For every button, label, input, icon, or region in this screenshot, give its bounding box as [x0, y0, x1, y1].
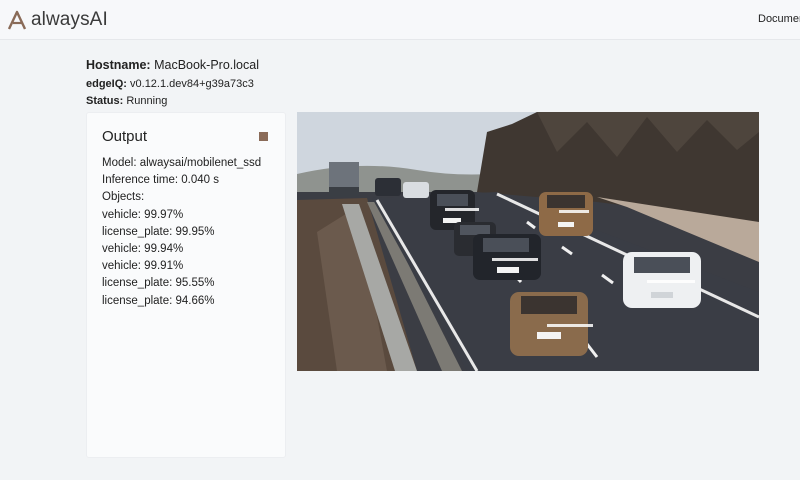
- object-item: vehicle: 99.97%: [102, 208, 184, 221]
- output-body: Model: alwaysai/mobilenet_ssd Inference …: [102, 155, 261, 310]
- navbar: alwaysAI Documer: [0, 0, 800, 40]
- edgeiq-line: edgeIQ: v0.12.1.dev84+g39a73c3: [86, 78, 254, 90]
- status-label: Status:: [86, 95, 124, 107]
- object-item: vehicle: 99.94%: [102, 243, 184, 256]
- hostname-value: MacBook-Pro.local: [154, 58, 259, 72]
- object-item: license_plate: 94.66%: [102, 294, 215, 307]
- brand-name: alwaysAI: [31, 9, 108, 30]
- output-title: Output: [102, 128, 148, 145]
- video-stream: [297, 112, 759, 371]
- video-frame-image: [297, 112, 759, 371]
- model-text: Model: alwaysai/mobilenet_ssd: [102, 157, 262, 169]
- hostname-label: Hostname:: [86, 58, 151, 72]
- edgeiq-label: edgeIQ:: [86, 78, 127, 90]
- alwaysai-logo-icon: [7, 10, 27, 30]
- objects-label: Objects:: [102, 191, 145, 204]
- documentation-link[interactable]: Documer: [758, 13, 800, 25]
- hostname-line: Hostname: MacBook-Pro.local: [86, 58, 259, 72]
- brand-link[interactable]: alwaysAI: [6, 8, 108, 32]
- object-item: license_plate: 99.95%: [102, 225, 215, 238]
- object-item: license_plate: 95.55%: [102, 277, 215, 290]
- object-item: vehicle: 99.91%: [102, 260, 184, 273]
- status-line: Status: Running: [86, 95, 167, 107]
- edgeiq-version: v0.12.1.dev84+g39a73c3: [130, 78, 254, 90]
- output-panel: Output Model: alwaysai/mobilenet_ssd Inf…: [86, 112, 286, 458]
- inference-time-text: Inference time: 0.040 s: [102, 174, 219, 187]
- status-value: Running: [126, 95, 168, 107]
- stop-square-icon[interactable]: [259, 132, 268, 141]
